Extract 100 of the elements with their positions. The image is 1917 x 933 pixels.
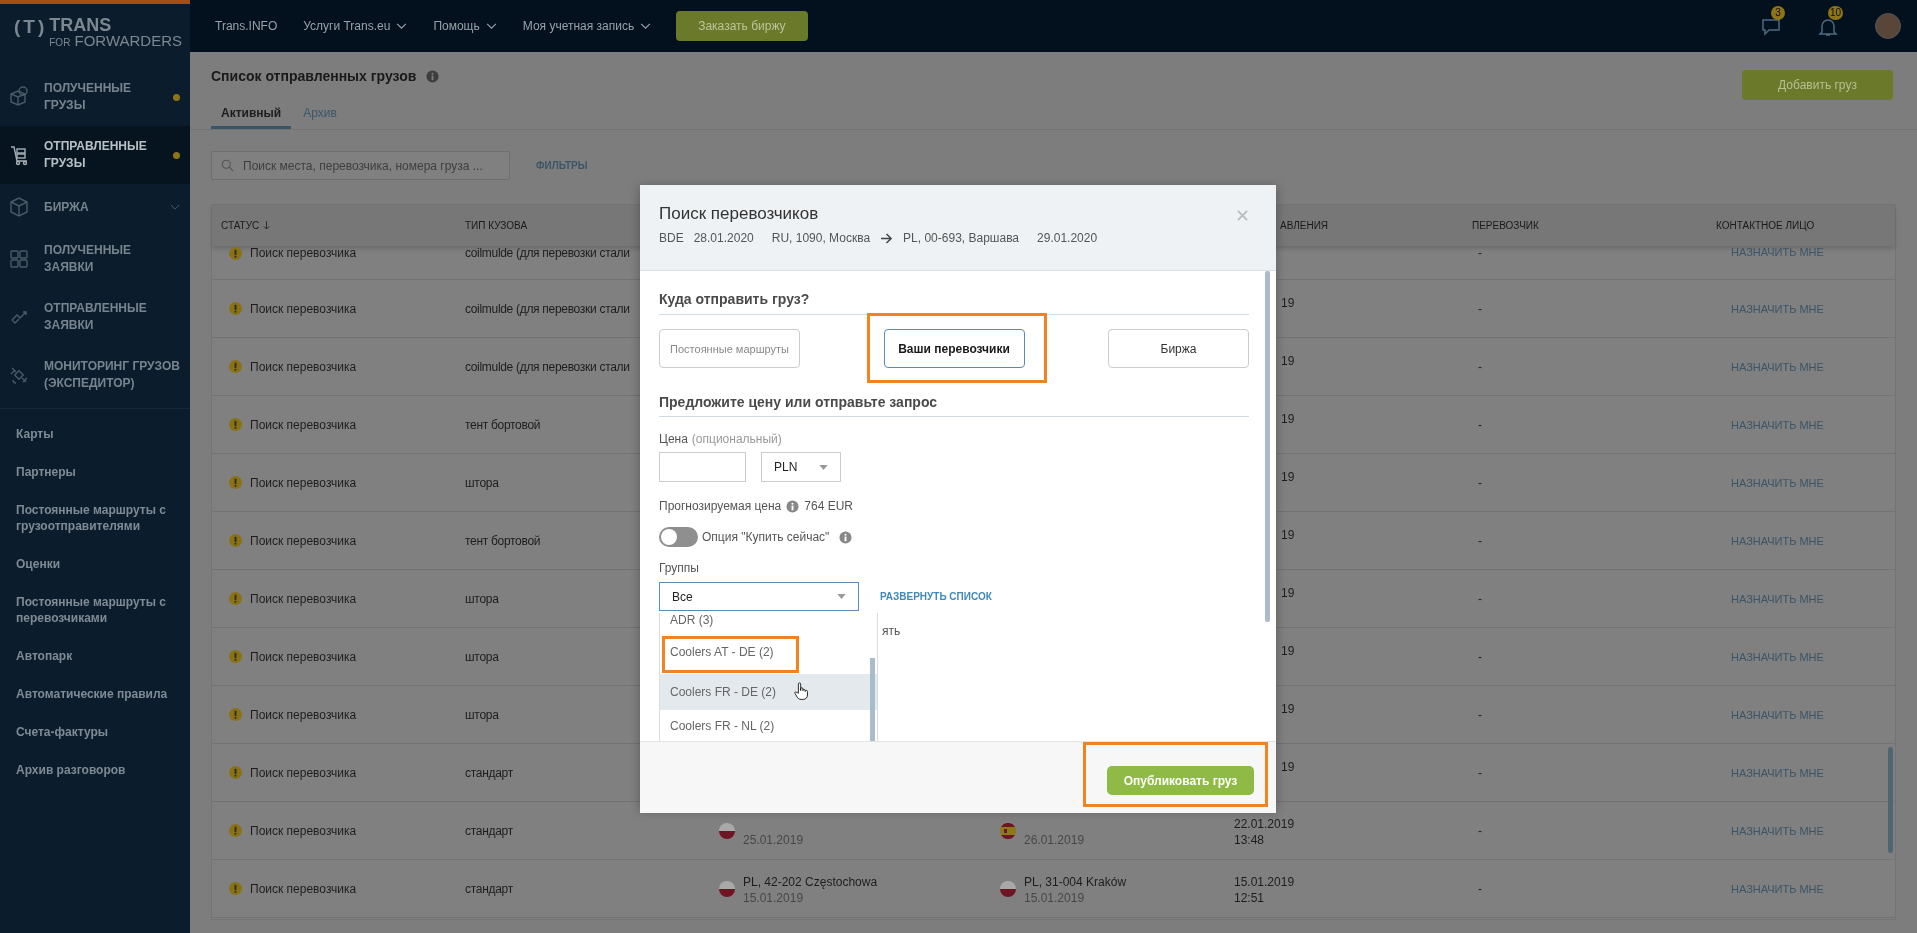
- date-text: 19: [1281, 526, 1295, 543]
- search-field[interactable]: Поиск места, перевозчика, номера груза ...: [211, 151, 510, 180]
- status-text: Поиск перевозчика: [250, 475, 357, 490]
- table-cell: тент бортовой: [465, 533, 541, 548]
- date-text: 29.01.2020: [1037, 231, 1098, 245]
- nav-item[interactable]: МОНИТОРИНГ ГРУЗОВ (ЭКСПЕДИТОР): [0, 346, 190, 404]
- date-text: 19: [1281, 352, 1295, 369]
- table-cell: штора: [465, 707, 499, 722]
- place-text: PL, 31-004 Kraków: [1024, 873, 1127, 890]
- field-label: Группы: [659, 560, 699, 576]
- menu-item[interactable]: Услуги Trans.eu: [290, 19, 421, 33]
- nav-item[interactable]: БИРЖА: [0, 184, 190, 230]
- date-text: 19: [1281, 584, 1295, 601]
- nav-item[interactable]: ПОЛУЧЕННЫЕ ГРУЗЫ: [0, 68, 190, 126]
- menu-item[interactable]: Моя учетная запись: [509, 19, 665, 33]
- date-text: 12:51: [1234, 889, 1265, 906]
- nav-item[interactable]: ПОЛУЧЕННЫЕ ЗАЯВКИ: [0, 230, 190, 288]
- forecast-label: Прогнозируемая цена: [659, 498, 782, 514]
- table-cell: -: [1478, 591, 1482, 606]
- dropdown-option[interactable]: Coolers AT - DE (2): [660, 629, 877, 674]
- table-cell: стандарт: [465, 823, 513, 838]
- forecast-value: 764 EUR: [804, 498, 853, 514]
- status-text: Поиск перевозчика: [250, 707, 357, 722]
- table-cell: coilmulde (для перевозки стали: [465, 301, 630, 316]
- table-cell: -: [1478, 417, 1482, 432]
- dialog-title: Поиск перевозчиков: [659, 203, 819, 225]
- date-text: 19: [1281, 294, 1295, 311]
- table-cell: coilmulde (для перевозки стали: [465, 246, 630, 260]
- table-cell: стандарт: [465, 765, 513, 780]
- date-text: 25.01.2019: [743, 831, 804, 848]
- sidebar-link[interactable]: Автопарк: [0, 637, 190, 675]
- currency-select[interactable]: PLN: [761, 452, 841, 482]
- date-text: 26.01.2019: [1024, 831, 1085, 848]
- dropdown-option[interactable]: Coolers FR - NL (2): [660, 710, 877, 741]
- count-badge: 10: [1828, 6, 1844, 20]
- destination-button[interactable]: Ваши перевозчики: [883, 329, 1025, 368]
- column-header[interactable]: КОНТАКТНОЕ ЛИЦО: [1716, 220, 1815, 231]
- table-cell: -: [1478, 246, 1482, 260]
- table-cell: -: [1478, 707, 1482, 722]
- section-heading: Предложите цену или отправьте запрос: [659, 392, 1249, 417]
- column-header[interactable]: ПЕРЕВОЗЧИК: [1472, 220, 1539, 231]
- status-text: Поиск перевозчика: [250, 417, 357, 432]
- table-cell: -: [1478, 359, 1482, 374]
- label-text: ять: [882, 624, 901, 638]
- destination-button[interactable]: Биржа: [1108, 329, 1249, 368]
- logo-text: TRANS: [49, 17, 113, 33]
- date-text: 19: [1281, 642, 1295, 659]
- table-cell: штора: [465, 475, 499, 490]
- table-cell: -: [1478, 649, 1482, 664]
- dropdown-option[interactable]: ADR (3): [660, 613, 877, 629]
- sidebar-link[interactable]: Карты: [0, 415, 190, 453]
- sidebar-link[interactable]: Архив разговоров: [0, 751, 190, 789]
- date-text: 19: [1281, 700, 1295, 717]
- order-button[interactable]: Заказать биржу: [676, 11, 808, 41]
- menu-item[interactable]: Trans.INFO: [202, 19, 291, 33]
- sidebar-link[interactable]: Оценки: [0, 545, 190, 583]
- column-header[interactable]: АВЛЕНИЯ: [1280, 220, 1329, 231]
- toggle-label: Опция "Купить сейчас": [702, 529, 830, 545]
- sidebar-link[interactable]: Автоматические правила: [0, 675, 190, 713]
- nav-item[interactable]: ОТПРАВЛЕННЫЕ ЗАЯВКИ: [0, 288, 190, 346]
- groups-select[interactable]: Все: [659, 582, 859, 611]
- menu-item[interactable]: Помощь: [420, 19, 510, 33]
- publish-button[interactable]: Опубликовать груз: [1107, 766, 1254, 795]
- table-cell: -: [1478, 765, 1482, 780]
- date-text: 19: [1281, 758, 1295, 775]
- table-cell: coilmulde (для перевозки стали: [465, 359, 630, 374]
- field-label: Цена: [659, 431, 688, 447]
- tab[interactable]: Активный: [211, 106, 292, 129]
- date-text: 22.01.2019: [1234, 815, 1295, 832]
- logo-mark: (T): [14, 16, 48, 38]
- status-text: Поиск перевозчика: [250, 246, 357, 260]
- table-cell: -: [1478, 301, 1482, 316]
- route-code: BDE: [659, 231, 684, 245]
- table-cell: -: [1478, 475, 1482, 490]
- expand-list-link[interactable]: РАЗВЕРНУТЬ СПИСОК: [880, 591, 992, 602]
- page-title: Список отправленных грузов: [211, 67, 417, 86]
- column-header[interactable]: СТАТУС: [221, 220, 271, 231]
- status-text: Поиск перевозчика: [250, 881, 357, 896]
- date-text: 19: [1281, 468, 1295, 485]
- sidebar-link[interactable]: Постоянные маршруты с перевозчиками: [0, 583, 190, 637]
- table-cell: -: [1478, 823, 1482, 838]
- column-header[interactable]: ТИП КУЗОВА: [465, 220, 528, 231]
- date-text: 28.01.2020: [693, 231, 754, 245]
- destination-button[interactable]: Постоянные маршруты: [659, 329, 800, 368]
- table-cell: стандарт: [465, 881, 513, 896]
- status-text: Поиск перевозчика: [250, 591, 357, 606]
- route-destination: PL, 00-693, Варшава: [903, 231, 1020, 245]
- place-text: PL, 42-202 Częstochowa: [743, 873, 878, 890]
- add-cargo-button[interactable]: Добавить груз: [1742, 70, 1893, 100]
- date-text: 15.01.2019: [743, 889, 805, 906]
- status-text: Поиск перевозчика: [250, 533, 357, 548]
- sidebar-link[interactable]: Счета-фактуры: [0, 713, 190, 751]
- table-cell: тент бортовой: [465, 417, 541, 432]
- status-text: Поиск перевозчика: [250, 649, 357, 664]
- dropdown-option[interactable]: Coolers FR - DE (2): [660, 674, 877, 710]
- nav-item[interactable]: ОТПРАВЛЕННЫЕ ГРУЗЫ: [0, 126, 190, 184]
- date-text: 13:48: [1234, 831, 1265, 848]
- sidebar-link[interactable]: Постоянные маршруты с грузоотправителями: [0, 491, 190, 545]
- sidebar-link[interactable]: Партнеры: [0, 453, 190, 491]
- table-cell: -: [1478, 881, 1482, 896]
